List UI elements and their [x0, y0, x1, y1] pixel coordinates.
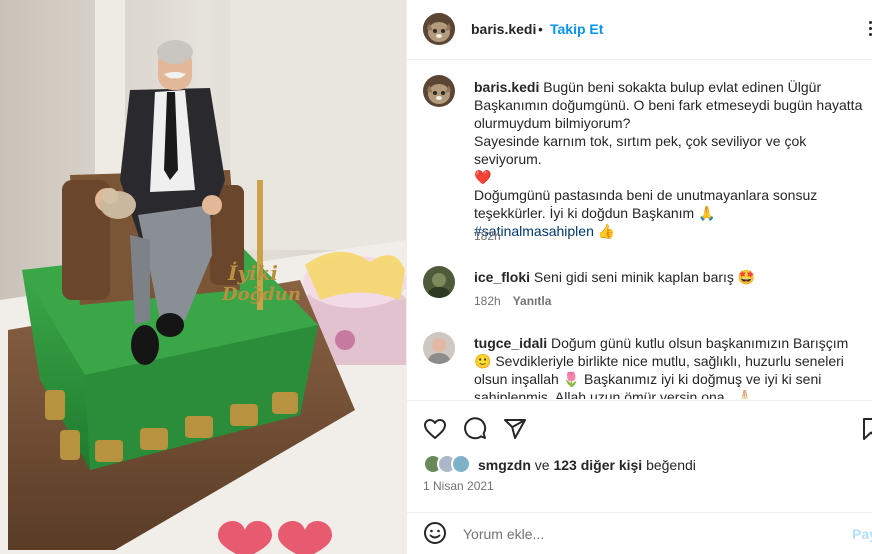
share-icon[interactable] — [503, 417, 529, 441]
post-comment-button[interactable]: Paylaş — [852, 526, 872, 542]
likes-count[interactable]: 123 diğer kişi — [553, 457, 642, 473]
comment-input[interactable] — [463, 523, 843, 545]
comment-text: tugce_idali Doğum günü kutlu olsun başka… — [474, 334, 872, 399]
post-image[interactable]: İyiki Doğdun — [0, 0, 406, 554]
caption-line: Doğumgünü pastasında beni de unutmayanla… — [474, 187, 818, 203]
post-details-panel: baris.kedi • Takip Et baris.kedi Bugün b… — [406, 0, 872, 554]
separator-dot: • — [538, 21, 543, 37]
user-avatar-icon — [423, 266, 455, 298]
comments-list[interactable]: baris.kedi Bugün beni sokakta bulup evla… — [407, 61, 872, 399]
avatar[interactable] — [423, 332, 455, 364]
post-date[interactable]: 1 Nisan 2021 — [423, 479, 494, 493]
comment-content: olsun inşallah 🌷 Başkanımız iyi ki doğmu… — [474, 371, 822, 387]
cake-photo-illustration: İyiki Doğdun — [0, 0, 406, 554]
comment-content: Doğum günü kutlu olsun başkanımızın Barı… — [551, 335, 849, 351]
comment-meta: 182h Yanıtla — [474, 294, 551, 308]
cat-avatar-icon — [423, 75, 455, 107]
liker-avatar[interactable] — [451, 454, 471, 474]
comment-content: Seni gidi seni minik kaplan barış 🤩 — [533, 269, 756, 285]
caption-username[interactable]: baris.kedi — [474, 79, 539, 95]
comment-content: sahiplenmiş. Allah uzun ömür versin ona.… — [474, 389, 754, 399]
add-comment-bar: Paylaş — [407, 512, 872, 554]
action-bar — [407, 400, 872, 454]
caption-line: olurmuydum bilmiyorum? — [474, 115, 631, 131]
comment-content: 🙂 Sevdikleriyle birlikte nice mutlu, sağ… — [474, 353, 844, 369]
caption-text: baris.kedi Bugün beni sokakta bulup evla… — [474, 78, 872, 240]
more-icon[interactable] — [863, 20, 872, 36]
comment-time[interactable]: 182h — [474, 294, 501, 308]
avatar[interactable] — [423, 266, 455, 298]
bookmark-icon[interactable] — [859, 417, 872, 441]
likes-conjunction: ve — [534, 457, 550, 473]
caption-line: ❤️ — [474, 169, 492, 185]
caption-line: Sayesinde karnım tok, sırtım pek, çok se… — [474, 133, 807, 167]
thumbs-up-emoji: 👍 — [597, 223, 616, 239]
comment-text: ice_floki Seni gidi seni minik kaplan ba… — [474, 268, 872, 286]
post-header: baris.kedi • Takip Et — [407, 0, 872, 60]
likes-text: smgzdn ve 123 diğer kişi beğendi — [478, 457, 696, 473]
avatar[interactable] — [423, 13, 455, 45]
likes-suffix: beğendi — [646, 457, 696, 473]
cat-avatar-icon — [423, 13, 455, 45]
cake-topper-text-1: İyiki — [227, 261, 278, 285]
emoji-icon[interactable] — [423, 521, 447, 545]
liker-username[interactable]: smgzdn — [478, 457, 531, 473]
caption-line: teşekkürler. İyi ki doğdun Başkanım 🙏 — [474, 205, 716, 221]
follow-button[interactable]: Takip Et — [550, 21, 603, 37]
user-avatar-icon — [423, 332, 455, 364]
comment-icon[interactable] — [463, 417, 489, 441]
post-username[interactable]: baris.kedi — [471, 21, 536, 37]
cake-topper-text-2: Doğdun — [221, 284, 301, 305]
reply-button[interactable]: Yanıtla — [513, 294, 552, 308]
comment-username[interactable]: tugce_idali — [474, 335, 547, 351]
comment-username[interactable]: ice_floki — [474, 269, 530, 285]
heart-outline-icon[interactable] — [423, 417, 449, 441]
caption-line: Başkanımın doğumgünü. O beni fark etmese… — [474, 97, 863, 113]
avatar[interactable] — [423, 75, 455, 107]
caption-line: Bugün beni sokakta bulup evlat edinen Ül… — [543, 79, 822, 95]
caption-time[interactable]: 182h — [474, 229, 501, 243]
